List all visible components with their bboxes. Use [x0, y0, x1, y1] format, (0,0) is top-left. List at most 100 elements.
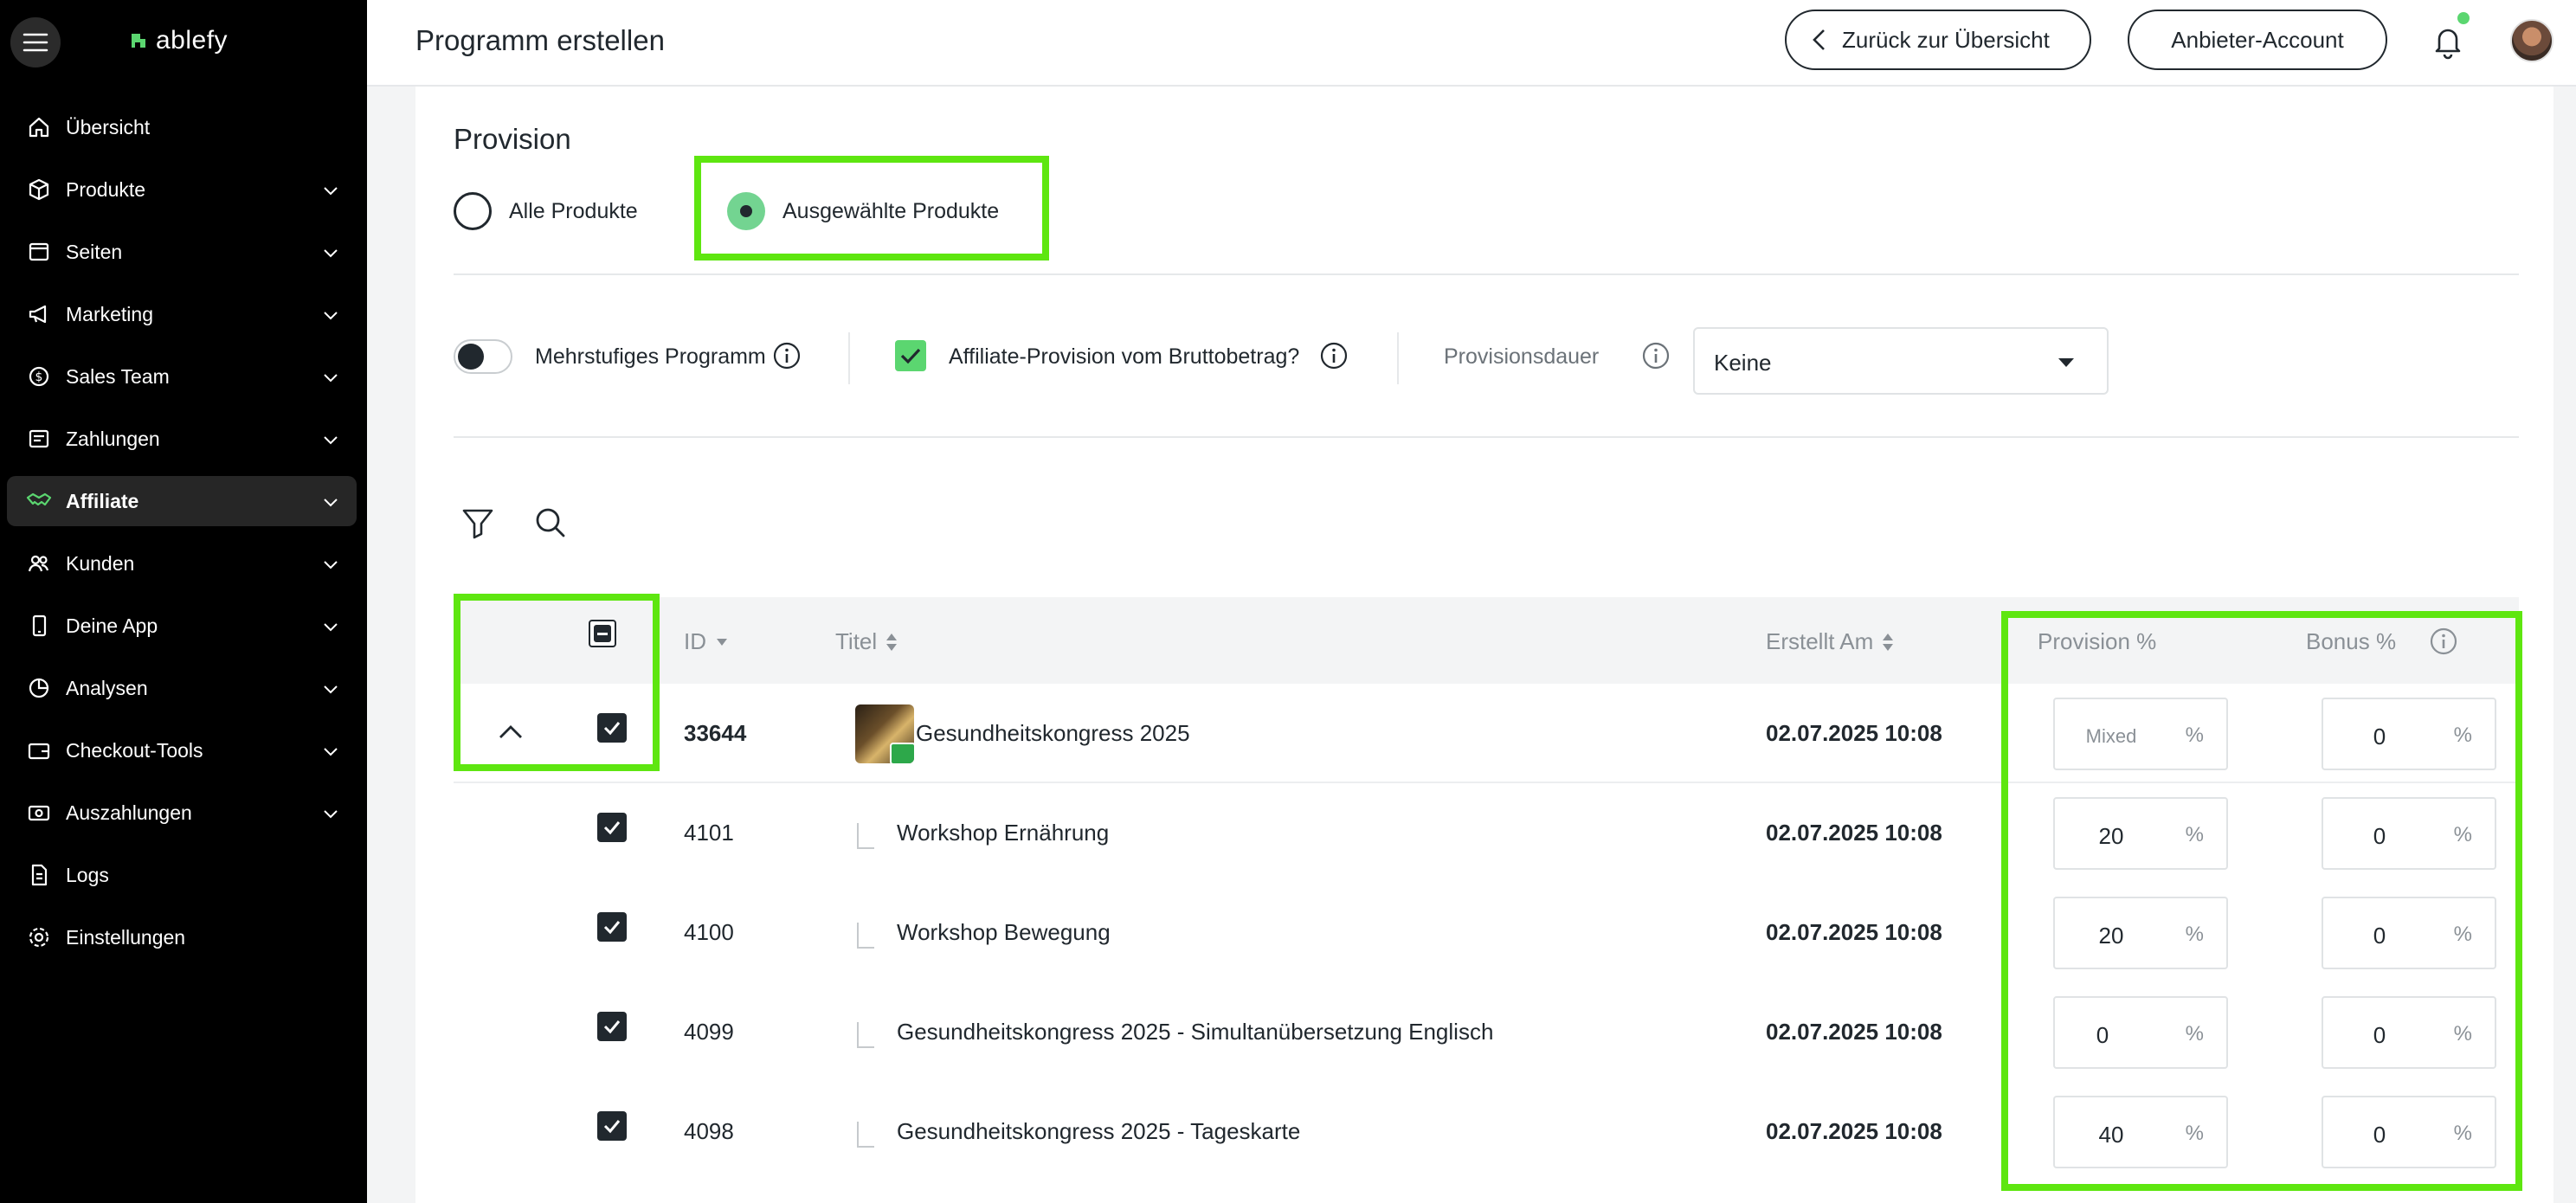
tree-connector: [857, 823, 874, 849]
duration-label: Provisionsdauer: [1444, 344, 1600, 369]
radio-all-products[interactable]: Alle Produkte: [454, 192, 638, 230]
info-icon[interactable]: [1641, 341, 1671, 370]
users-icon: [28, 555, 49, 572]
check-icon: [603, 1020, 621, 1034]
sidebar-item-zahlungen[interactable]: Zahlungen: [7, 414, 357, 464]
sidebar-item-seiten[interactable]: Seiten: [7, 227, 357, 277]
row-checkbox[interactable]: [597, 1111, 627, 1141]
sidebar-item-logs[interactable]: Logs: [7, 850, 357, 900]
sidebar-item-label: Seiten: [66, 240, 123, 263]
sidebar-item-sales-team[interactable]: $ Sales Team: [7, 351, 357, 402]
cell-title[interactable]: Workshop Bewegung: [897, 919, 1111, 946]
column-header-title[interactable]: Titel: [835, 628, 898, 655]
sidebar-item-label: Analysen: [66, 676, 148, 699]
page-title: Programm erstellen: [415, 24, 665, 56]
divider-vertical: [848, 332, 850, 384]
duration-select[interactable]: Keine: [1693, 327, 2109, 395]
section-title: Provision: [454, 123, 571, 155]
chevron-down-icon: [324, 623, 338, 632]
brand-logo[interactable]: ablefy: [128, 26, 228, 55]
cell-title[interactable]: Gesundheitskongress 2025 - Simultanübers…: [897, 1019, 1493, 1045]
svg-text:$: $: [35, 370, 43, 384]
sidebar-item-marketing[interactable]: Marketing: [7, 289, 357, 339]
chevron-down-icon: [324, 436, 338, 445]
column-header-created[interactable]: Erstellt Am: [1766, 628, 1894, 655]
sidebar-item-label: Kunden: [66, 551, 135, 575]
sidebar-item-label: Sales Team: [66, 364, 170, 388]
cell-created: 02.07.2025 10:08: [1766, 820, 1942, 846]
gross-commission-checkbox[interactable]: [895, 340, 926, 371]
document-icon: [31, 864, 48, 886]
sidebar-item-einstellungen[interactable]: Einstellungen: [7, 912, 357, 962]
receipt-icon: [29, 429, 49, 448]
multilevel-label: Mehrstufiges Programm: [535, 344, 766, 369]
row-checkbox[interactable]: [597, 1012, 627, 1041]
radio-button[interactable]: [454, 192, 492, 230]
radio-label: Ausgewählte Produkte: [782, 198, 1000, 223]
chevron-down-icon: [324, 685, 338, 694]
top-header: Programm erstellen Zurück zur Übersicht …: [367, 0, 2576, 87]
sidebar-item-deine-app[interactable]: Deine App: [7, 601, 357, 651]
cell-title[interactable]: Gesundheitskongress 2025: [916, 720, 1190, 747]
gross-commission-label: Affiliate-Provision vom Bruttobetrag?: [949, 344, 1300, 369]
radio-button-selected[interactable]: [727, 192, 765, 230]
sort-icon: [886, 633, 898, 651]
chevron-left-icon: [1813, 29, 1825, 50]
sidebar-item-auszahlungen[interactable]: Auszahlungen: [7, 788, 357, 838]
radio-selected-products[interactable]: Ausgewählte Produkte: [727, 192, 999, 230]
provider-account-button[interactable]: Anbieter-Account: [2128, 10, 2387, 70]
back-to-overview-button[interactable]: Zurück zur Übersicht: [1785, 10, 2091, 70]
caret-down-icon: [2058, 358, 2074, 367]
cell-title[interactable]: Workshop Ernährung: [897, 820, 1109, 846]
wallet-icon: [28, 743, 50, 760]
handshake-icon: [26, 492, 52, 506]
box-icon: [29, 178, 49, 201]
bell-icon[interactable]: [2427, 21, 2469, 62]
menu-toggle-button[interactable]: [10, 17, 61, 68]
cell-created: 02.07.2025 10:08: [1766, 720, 1942, 746]
chevron-down-icon: [324, 187, 338, 196]
highlight-box: [454, 594, 660, 771]
cell-created: 02.07.2025 10:08: [1766, 1118, 1942, 1144]
column-header-id[interactable]: ID: [684, 628, 729, 655]
search-icon[interactable]: [531, 504, 570, 542]
divider-vertical: [1397, 332, 1399, 384]
sidebar-item-affiliate[interactable]: Affiliate: [7, 476, 357, 526]
sidebar: ablefy Übersicht Produkte Seiten Marketi…: [0, 0, 367, 1203]
filter-icon[interactable]: [459, 504, 497, 542]
options-row: Mehrstufiges Programm Affiliate-Provisio…: [454, 327, 2519, 395]
sidebar-item-uebersicht[interactable]: Übersicht: [7, 102, 357, 152]
phone-icon: [32, 614, 47, 637]
sidebar-item-label: Produkte: [66, 177, 146, 201]
avatar[interactable]: [2510, 19, 2553, 62]
row-checkbox[interactable]: [597, 813, 627, 842]
cell-created: 02.07.2025 10:08: [1766, 919, 1942, 945]
cell-title[interactable]: Gesundheitskongress 2025 - Tageskarte: [897, 1118, 1300, 1145]
sidebar-item-label: Logs: [66, 863, 109, 886]
cell-created: 02.07.2025 10:08: [1766, 1019, 1942, 1045]
sidebar-item-label: Auszahlungen: [66, 801, 192, 824]
radio-label: Alle Produkte: [509, 198, 638, 223]
sidebar-item-kunden[interactable]: Kunden: [7, 538, 357, 589]
highlight-box: [2001, 611, 2522, 1191]
tree-connector: [857, 923, 874, 949]
cell-id: 4101: [684, 820, 734, 846]
notification-dot: [2457, 12, 2470, 24]
info-icon[interactable]: [1319, 341, 1349, 370]
program-form-card: Provision Alle Produkte Ausgewählte Prod…: [415, 87, 2553, 1203]
cell-id: 33644: [684, 720, 747, 746]
sidebar-item-analysen[interactable]: Analysen: [7, 663, 357, 713]
sidebar-item-checkout-tools[interactable]: Checkout-Tools: [7, 725, 357, 775]
cell-id: 4099: [684, 1019, 734, 1045]
sidebar-item-label: Checkout-Tools: [66, 738, 203, 762]
chevron-down-icon: [324, 810, 338, 819]
sidebar-item-produkte[interactable]: Produkte: [7, 164, 357, 215]
product-thumbnail: [855, 704, 914, 763]
row-checkbox[interactable]: [597, 912, 627, 942]
back-button-label: Zurück zur Übersicht: [1842, 26, 2050, 53]
cell-id: 4098: [684, 1118, 734, 1144]
divider: [454, 273, 2519, 275]
multilevel-toggle[interactable]: [454, 339, 512, 374]
info-icon[interactable]: [772, 341, 802, 370]
cell-id: 4100: [684, 919, 734, 945]
